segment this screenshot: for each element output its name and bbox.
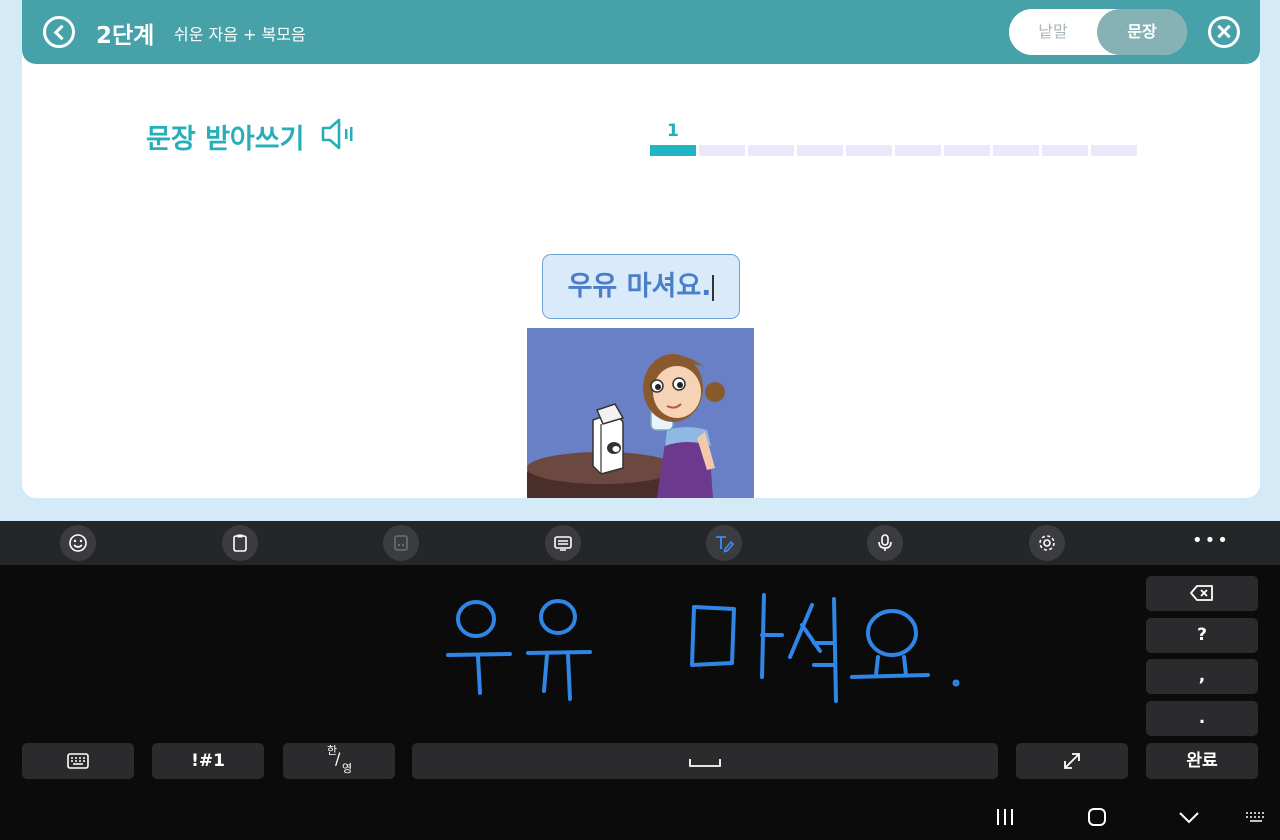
keyboard-toolbar: ••• xyxy=(0,521,1280,565)
answer-input[interactable]: 우유 마셔요. xyxy=(542,254,740,319)
period-key[interactable]: . xyxy=(1146,701,1258,736)
mode-toggle: 낱말 문장 xyxy=(1009,9,1187,55)
top-bar: 2단계 쉬운 자음 + 복모음 낱말 문장 xyxy=(22,0,1260,64)
progress-segment xyxy=(895,145,941,156)
lang-label-english: 영 xyxy=(342,762,353,775)
progress-bar xyxy=(650,145,1137,156)
comma-key[interactable]: , xyxy=(1146,659,1258,694)
progress-segment xyxy=(650,145,696,156)
keyboard-icon xyxy=(67,753,89,769)
lang-slash: / xyxy=(335,749,341,768)
progress-segment xyxy=(797,145,843,156)
symbols-key[interactable]: !#1 xyxy=(152,743,264,779)
home-icon[interactable] xyxy=(1085,805,1109,829)
progress-number: 1 xyxy=(667,121,679,141)
handwriting-canvas[interactable] xyxy=(430,585,990,715)
question-key[interactable]: ? xyxy=(1146,618,1258,653)
recent-apps-icon[interactable] xyxy=(993,805,1017,829)
settings-gear-icon[interactable] xyxy=(1029,525,1065,561)
keyboard-mode-icon[interactable] xyxy=(545,525,581,561)
emoji-icon[interactable] xyxy=(60,525,96,561)
handwritten-strokes xyxy=(446,593,960,703)
speaker-icon[interactable] xyxy=(320,117,360,151)
clipboard-icon[interactable] xyxy=(222,525,258,561)
one-handed-keyboard-icon[interactable] xyxy=(383,525,419,561)
level-title: 2단계 xyxy=(96,23,155,49)
progress-segment xyxy=(748,145,794,156)
back-icon[interactable] xyxy=(43,16,75,48)
hide-keyboard-chevron-down-icon[interactable] xyxy=(1177,805,1201,829)
level-subtitle: 쉬운 자음 + 복모음 xyxy=(174,25,306,44)
language-switch-key[interactable]: 한 / 영 xyxy=(283,743,395,779)
expand-keyboard-key[interactable] xyxy=(1016,743,1128,779)
mode-sentence-option[interactable]: 문장 xyxy=(1097,9,1187,55)
progress-segment xyxy=(944,145,990,156)
switch-keyboard-key[interactable] xyxy=(22,743,134,779)
system-navigation-bar xyxy=(0,795,1280,840)
handwriting-mode-icon[interactable] xyxy=(706,525,742,561)
space-key[interactable] xyxy=(412,743,998,779)
progress-segment xyxy=(699,145,745,156)
progress-segment xyxy=(1091,145,1137,156)
girl-drinking-milk-illustration xyxy=(527,328,754,498)
space-icon xyxy=(689,759,721,767)
keyboard-switcher-icon[interactable] xyxy=(1244,805,1268,829)
mode-word-option[interactable]: 낱말 xyxy=(1009,9,1097,55)
done-key[interactable]: 완료 xyxy=(1146,743,1258,779)
more-options-icon[interactable]: ••• xyxy=(1192,531,1228,551)
app-card: 2단계 쉬운 자음 + 복모음 낱말 문장 문장 받아쓰기 1 우유 마셔요. xyxy=(22,0,1260,498)
expand-icon xyxy=(1064,753,1080,769)
backspace-key[interactable] xyxy=(1146,576,1258,611)
progress-segment xyxy=(846,145,892,156)
progress-segment xyxy=(993,145,1039,156)
answer-text: 우유 마셔요. xyxy=(567,271,712,302)
text-caret xyxy=(712,274,715,301)
progress-segment xyxy=(1042,145,1088,156)
backspace-icon xyxy=(1190,585,1213,601)
close-icon[interactable] xyxy=(1208,16,1240,48)
microphone-icon[interactable] xyxy=(867,525,903,561)
exercise-title: 문장 받아쓰기 xyxy=(146,124,305,155)
